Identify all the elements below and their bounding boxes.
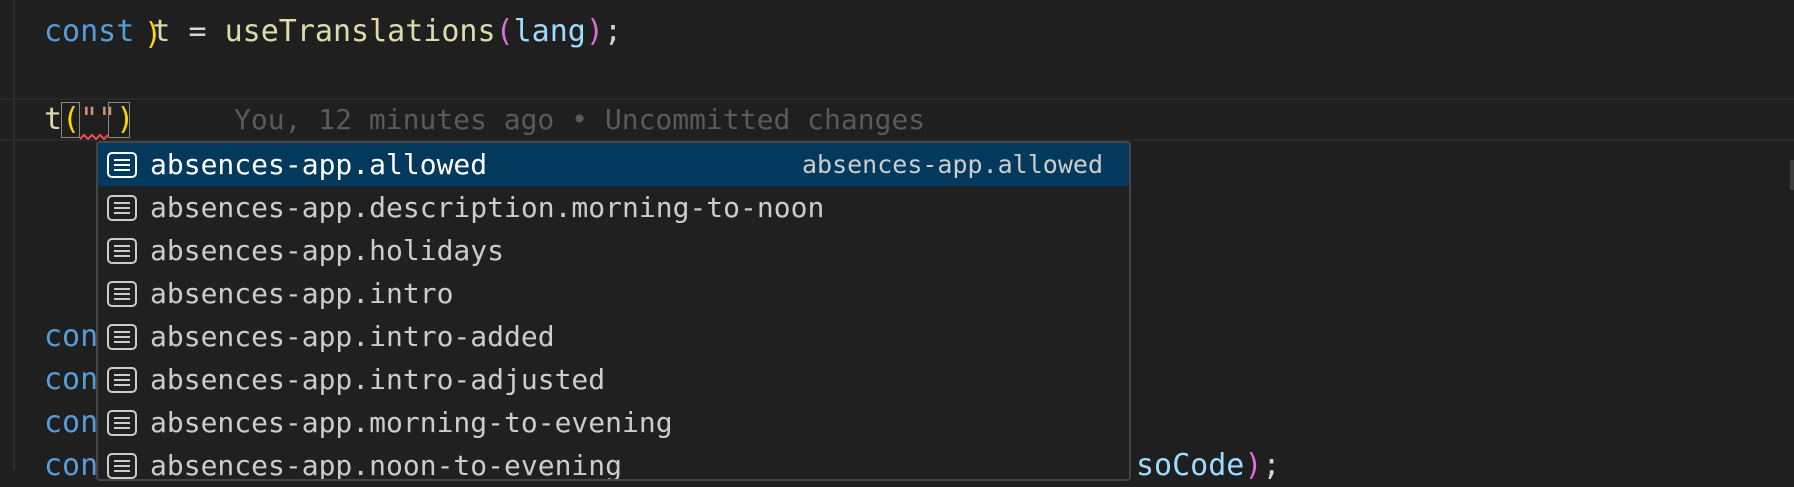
code-line-use-translations[interactable]: const t = useTranslations(lang); [44, 10, 622, 53]
text-icon [107, 323, 137, 350]
paren-close: ) [585, 14, 604, 49]
text-icon [107, 280, 137, 307]
bracket-match-open [61, 102, 80, 138]
text-icon [107, 237, 137, 264]
suggestion-item[interactable]: absences-app.morning-to-evening [98, 401, 1129, 444]
suggestion-label: absences-app.intro-added [150, 320, 555, 353]
suggestion-label: absences-app.morning-to-evening [150, 406, 673, 439]
suggestion-label: absences-app.intro-adjusted [150, 363, 606, 396]
bracket-match-close [108, 102, 130, 138]
suggestion-item[interactable]: absences-app.description.morning-to-noon [98, 186, 1129, 229]
variable-t: t [152, 14, 171, 49]
paren-open: ( [495, 14, 514, 49]
suggestion-item[interactable]: absences-app.allowed absences-app.allowe… [98, 143, 1129, 186]
function-t: t [44, 102, 63, 137]
code-line-partial: con [44, 362, 99, 397]
semicolon: ; [603, 14, 622, 49]
suggestion-detail: absences-app.allowed [801, 150, 1103, 179]
text-icon [107, 366, 137, 393]
suggestion-item[interactable]: absences-app.intro-added [98, 315, 1129, 358]
variable-iso-code: soCode [1136, 448, 1245, 483]
arg-lang: lang [513, 14, 586, 49]
suggestion-label: absences-app.intro [150, 277, 454, 310]
semicolon: ; [1262, 448, 1281, 483]
code-line-tail: soCode); [1136, 444, 1281, 487]
suggestion-label: absences-app.holidays [150, 234, 505, 267]
suggestion-item[interactable]: absences-app.intro [98, 272, 1129, 315]
keyword-const: const [44, 14, 135, 49]
function-use-translations: useTranslations [224, 14, 496, 49]
git-blame-annotation: You, 12 minutes ago • Uncommitted change… [234, 103, 926, 136]
text-icon [107, 151, 137, 178]
code-line-partial: con [44, 405, 99, 440]
suggestion-item[interactable]: absences-app.holidays [98, 229, 1129, 272]
suggestion-item[interactable]: absences-app.intro-adjusted [98, 358, 1129, 401]
suggestion-item[interactable]: absences-app.noon-to-evening [98, 444, 1129, 481]
suggestion-label: absences-app.description.morning-to-noon [150, 191, 825, 224]
text-icon [107, 409, 137, 436]
suggestion-label: absences-app.noon-to-evening [150, 449, 623, 481]
suggestion-label: absences-app.allowed [150, 148, 488, 181]
paren-close: ) [1244, 448, 1263, 483]
text-icon [107, 194, 137, 221]
scrollbar-marker[interactable] [1790, 160, 1794, 190]
code-line-partial: con [44, 448, 99, 483]
code-line-partial: con [44, 319, 99, 354]
suggestion-widget[interactable]: absences-app.allowed absences-app.allowe… [96, 141, 1131, 481]
assign-operator: = [170, 14, 225, 49]
indent-guide [13, 0, 15, 470]
error-squiggle [80, 133, 109, 141]
text-icon [107, 452, 137, 479]
